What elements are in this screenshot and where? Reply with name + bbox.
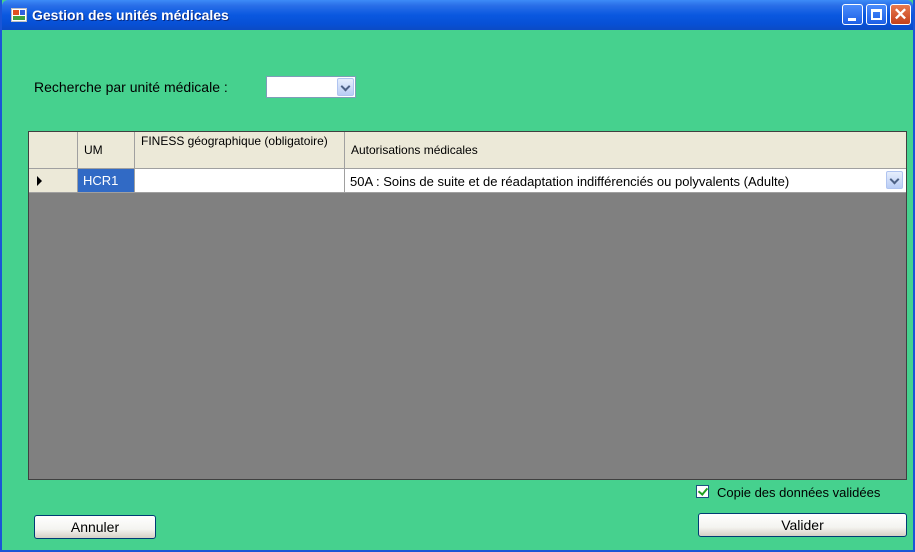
medical-unit-search-combo[interactable] xyxy=(266,76,356,98)
title-bar[interactable]: Gestion des unités médicales ✕ xyxy=(2,0,913,30)
cell-um[interactable]: HCR1 xyxy=(78,169,135,193)
search-label: Recherche par unité médicale : xyxy=(34,79,228,95)
table-row[interactable]: HCR1 50A : Soins de suite et de réadapta… xyxy=(29,169,906,193)
validate-button[interactable]: Valider xyxy=(698,513,907,537)
minimize-button[interactable] xyxy=(842,4,863,25)
column-header-autorisations[interactable]: Autorisations médicales xyxy=(345,132,906,169)
row-selector[interactable] xyxy=(29,169,78,193)
copy-data-checkbox[interactable] xyxy=(696,485,709,498)
close-icon: ✕ xyxy=(893,5,908,24)
autorisation-dropdown-button[interactable] xyxy=(886,171,903,189)
window-title: Gestion des unités médicales xyxy=(32,7,229,23)
column-header-finess[interactable]: FINESS géographique (obligatoire) xyxy=(135,132,345,169)
search-combo-dropdown-button[interactable] xyxy=(337,78,354,96)
cell-autorisation-value: 50A : Soins de suite et de réadaptation … xyxy=(350,174,790,189)
grid-header: UM FINESS géographique (obligatoire) Aut… xyxy=(29,132,906,169)
column-header-autorisations-label: Autorisations médicales xyxy=(351,143,478,157)
cell-finess[interactable] xyxy=(135,169,345,193)
maximize-icon xyxy=(871,9,882,20)
cell-autorisation-combo[interactable]: 50A : Soins de suite et de réadaptation … xyxy=(345,169,906,193)
maximize-button[interactable] xyxy=(866,4,887,25)
row-header-corner[interactable] xyxy=(29,132,78,169)
app-icon[interactable] xyxy=(11,8,27,22)
main-window: Gestion des unités médicales ✕ Recherche… xyxy=(0,0,915,552)
cancel-button[interactable]: Annuler xyxy=(34,515,156,539)
column-header-um-label: UM xyxy=(84,143,103,157)
copy-data-label: Copie des données validées xyxy=(717,485,881,500)
column-header-um[interactable]: UM xyxy=(78,132,135,169)
medical-units-grid[interactable]: UM FINESS géographique (obligatoire) Aut… xyxy=(28,131,907,480)
column-header-finess-label: FINESS géographique (obligatoire) xyxy=(141,134,328,148)
minimize-icon xyxy=(848,18,856,21)
close-button[interactable]: ✕ xyxy=(890,4,911,25)
current-row-arrow-icon xyxy=(37,176,42,186)
